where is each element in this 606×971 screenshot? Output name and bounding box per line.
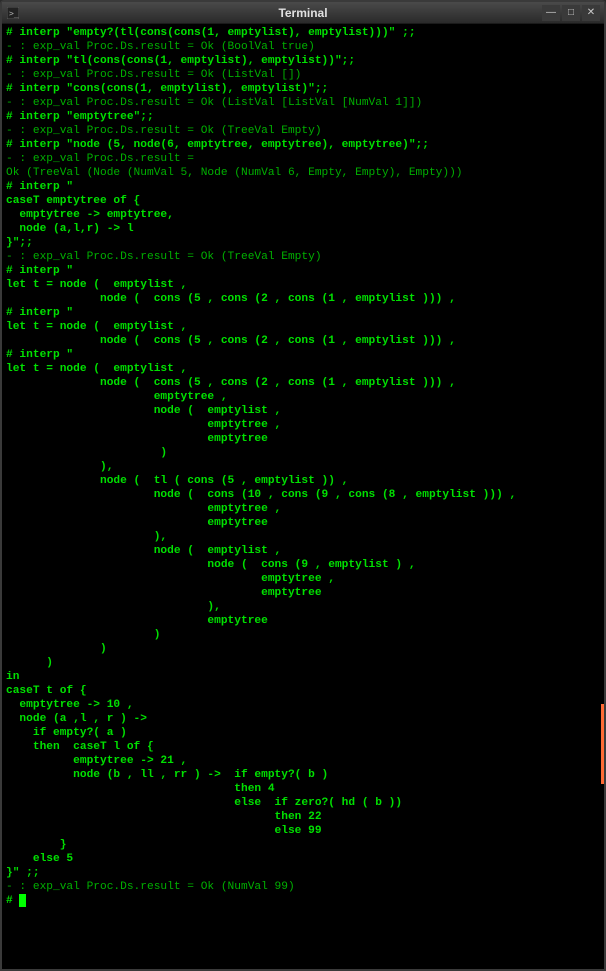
terminal-line: ) <box>6 446 600 460</box>
terminal-line: else 99 <box>6 824 600 838</box>
terminal-line: then 22 <box>6 810 600 824</box>
terminal-line: - : exp_val Proc.Ds.result = Ok (BoolVal… <box>6 40 600 54</box>
terminal-line: let t = node ( emptylist , <box>6 278 600 292</box>
terminal-line: node ( cons (10 , cons (9 , cons (8 , em… <box>6 488 600 502</box>
terminal-line: node (b , ll , rr ) -> if empty?( b ) <box>6 768 600 782</box>
minimize-button[interactable]: — <box>542 5 560 21</box>
terminal-line: then 4 <box>6 782 600 796</box>
svg-text:>_: >_ <box>9 9 19 18</box>
terminal-line: ), <box>6 460 600 474</box>
terminal-line: ) <box>6 628 600 642</box>
terminal-line: emptytree <box>6 586 600 600</box>
terminal-line: emptytree , <box>6 502 600 516</box>
terminal-line: else 5 <box>6 852 600 866</box>
terminal-line: emptytree <box>6 516 600 530</box>
terminal-body[interactable]: # interp "empty?(tl(cons(cons(1, emptyli… <box>2 24 604 969</box>
terminal-line: emptytree -> 21 , <box>6 754 600 768</box>
terminal-window: >_ Terminal — □ ✕ # interp "empty?(tl(co… <box>0 0 606 971</box>
terminal-line: node ( cons (5 , cons (2 , cons (1 , emp… <box>6 376 600 390</box>
terminal-line: # interp "tl(cons(cons(1, emptylist), em… <box>6 54 600 68</box>
terminal-line: emptytree , <box>6 418 600 432</box>
terminal-line: then caseT l of { <box>6 740 600 754</box>
terminal-line: # interp " <box>6 180 600 194</box>
terminal-line: node ( cons (9 , emptylist ) , <box>6 558 600 572</box>
terminal-line: ) <box>6 642 600 656</box>
scroll-indicator[interactable] <box>601 704 604 784</box>
terminal-line: # interp " <box>6 306 600 320</box>
terminal-line: emptytree -> 10 , <box>6 698 600 712</box>
terminal-line: - : exp_val Proc.Ds.result = Ok (ListVal… <box>6 68 600 82</box>
terminal-line: emptytree <box>6 432 600 446</box>
terminal-line: if empty?( a ) <box>6 726 600 740</box>
close-button[interactable]: ✕ <box>582 5 600 21</box>
terminal-line: in <box>6 670 600 684</box>
terminal-line: emptytree -> emptytree, <box>6 208 600 222</box>
terminal-line: node ( cons (5 , cons (2 , cons (1 , emp… <box>6 334 600 348</box>
terminal-line: # interp "empty?(tl(cons(cons(1, emptyli… <box>6 26 600 40</box>
terminal-line: node ( tl ( cons (5 , emptylist )) , <box>6 474 600 488</box>
terminal-line: # <box>6 894 600 908</box>
terminal-line: emptytree <box>6 614 600 628</box>
terminal-line: # interp " <box>6 264 600 278</box>
maximize-button[interactable]: □ <box>562 5 580 21</box>
terminal-line: emptytree , <box>6 390 600 404</box>
cursor <box>19 894 26 907</box>
terminal-line: - : exp_val Proc.Ds.result = Ok (TreeVal… <box>6 124 600 138</box>
terminal-line: ), <box>6 600 600 614</box>
window-controls: — □ ✕ <box>542 5 600 21</box>
terminal-line: # interp "node (5, node(6, emptytree, em… <box>6 138 600 152</box>
terminal-line: } <box>6 838 600 852</box>
terminal-icon: >_ <box>6 6 20 20</box>
terminal-line: node ( cons (5 , cons (2 , cons (1 , emp… <box>6 292 600 306</box>
terminal-line: }" ;; <box>6 866 600 880</box>
terminal-line: node ( emptylist , <box>6 544 600 558</box>
terminal-line: # interp "emptytree";; <box>6 110 600 124</box>
terminal-line: node (a,l,r) -> l <box>6 222 600 236</box>
terminal-line: Ok (TreeVal (Node (NumVal 5, Node (NumVa… <box>6 166 600 180</box>
terminal-line: emptytree , <box>6 572 600 586</box>
terminal-line: }";; <box>6 236 600 250</box>
terminal-line: let t = node ( emptylist , <box>6 362 600 376</box>
window-title: Terminal <box>278 6 327 20</box>
terminal-line: caseT t of { <box>6 684 600 698</box>
terminal-line: - : exp_val Proc.Ds.result = <box>6 152 600 166</box>
titlebar: >_ Terminal — □ ✕ <box>2 2 604 24</box>
terminal-line: - : exp_val Proc.Ds.result = Ok (ListVal… <box>6 96 600 110</box>
terminal-line: node ( emptylist , <box>6 404 600 418</box>
terminal-line: # interp "cons(cons(1, emptylist), empty… <box>6 82 600 96</box>
terminal-line: - : exp_val Proc.Ds.result = Ok (NumVal … <box>6 880 600 894</box>
terminal-line: caseT emptytree of { <box>6 194 600 208</box>
terminal-line: - : exp_val Proc.Ds.result = Ok (TreeVal… <box>6 250 600 264</box>
terminal-line: # interp " <box>6 348 600 362</box>
terminal-line: node (a ,l , r ) -> <box>6 712 600 726</box>
terminal-content: # interp "empty?(tl(cons(cons(1, emptyli… <box>6 26 600 908</box>
terminal-line: else if zero?( hd ( b )) <box>6 796 600 810</box>
terminal-line: ), <box>6 530 600 544</box>
terminal-line: ) <box>6 656 600 670</box>
terminal-line: let t = node ( emptylist , <box>6 320 600 334</box>
